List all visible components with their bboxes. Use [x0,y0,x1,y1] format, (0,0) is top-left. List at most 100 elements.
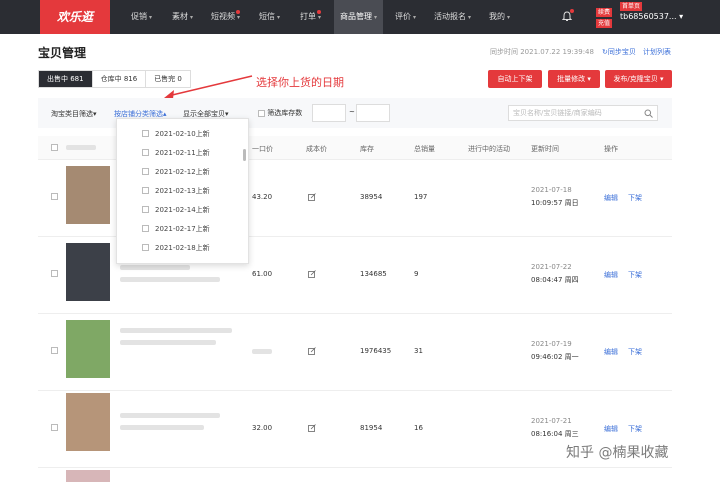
auto-listing-button[interactable]: 自动上下架 [488,70,542,88]
chevron-down-icon: ▾ [190,14,194,21]
notification-dot [236,10,240,14]
edit-icon[interactable] [308,347,316,355]
unlist-link[interactable]: 下架 [628,347,642,357]
stock-filter-toggle[interactable]: 筛选库存数 [258,108,302,118]
tab-in-warehouse[interactable]: 仓库中 816 [92,71,147,87]
dropdown-option[interactable]: 2021-02-13上新 [117,181,242,200]
checkbox[interactable] [142,168,149,175]
col-stock[interactable]: 库存 [360,144,374,154]
stock-max-input[interactable] [356,104,390,122]
checkbox[interactable] [142,206,149,213]
chevron-down-icon: ▾ [237,14,241,21]
first-order-badge[interactable]: 首单页 [620,2,643,11]
nav-item-promotion[interactable]: 促销 ▾ [131,0,152,34]
chevron-down-icon: ▾ [679,12,684,21]
edit-icon[interactable] [308,270,316,278]
checkbox[interactable] [142,187,149,194]
sync-products-link[interactable]: ↻同步宝贝 [602,47,636,57]
dropdown-option[interactable]: 2021-02-14上新 [117,200,242,219]
publish-clone-button[interactable]: 发布/克隆宝贝 ▾ [605,70,672,88]
annotation-text: 选择你上货的日期 [256,76,344,89]
checkbox[interactable] [142,225,149,232]
col-cost: 成本价 [306,145,327,153]
chevron-down-icon: ▾ [225,110,229,118]
nav-item-sms[interactable]: 短信 ▾ [259,0,280,34]
tab-on-sale[interactable]: 出售中 681 [39,71,93,87]
checkbox[interactable] [142,149,149,156]
product-thumbnail[interactable] [66,243,110,301]
edit-icon[interactable] [308,193,316,201]
unlist-link[interactable]: 下架 [628,270,642,280]
price-value: 61.00 [252,270,273,278]
update-time: 10:09:57 周日 [531,199,579,207]
nav-item-short-video[interactable]: 短视频 ▾ [211,0,240,34]
update-date: 2021-07-19 [531,340,572,348]
edit-link[interactable]: 编辑 [604,270,618,280]
edit-link[interactable]: 编辑 [604,347,618,357]
renew-badge[interactable]: 续费 [596,8,613,17]
user-account-menu[interactable]: tb68560537... ▾ [620,12,683,21]
row-checkbox[interactable] [51,270,58,277]
notification-dot [317,10,321,14]
row-checkbox[interactable] [51,424,58,431]
blurred-price [252,349,272,354]
checkbox[interactable] [258,109,265,117]
dropdown-option[interactable]: 2021-02-18上新 [117,238,242,257]
stock-value: 81954 [360,424,383,432]
product-thumbnail[interactable] [66,320,110,378]
nav-item-product-management[interactable]: 商品管理 ▾ [334,0,384,34]
notification-dot [570,9,574,13]
nav-item-mine[interactable]: 我的 ▾ [489,0,510,34]
stock-value: 38954 [360,193,383,201]
sales-value: 9 [414,270,419,278]
blurred-title [120,425,204,430]
dropdown-option[interactable]: 2021-02-17上新 [117,219,242,238]
price-value: 32.00 [252,424,273,432]
dropdown-option[interactable]: 2021-02-11上新 [117,143,242,162]
app-logo[interactable]: 欢乐逛 [40,0,110,34]
nav-item-reviews[interactable]: 评价 ▾ [395,0,416,34]
batch-edit-button[interactable]: 批量修改 ▾ [548,70,600,88]
product-thumbnail[interactable] [66,470,110,482]
blurred-title [120,328,232,333]
edit-link[interactable]: 编辑 [604,193,618,203]
col-sales[interactable]: 总销量 [414,144,435,154]
col-update-time[interactable]: 更新时间 [531,144,559,154]
unlist-link[interactable]: 下架 [628,424,642,434]
blurred-title [120,277,220,282]
checkbox[interactable] [142,244,149,251]
recharge-badge[interactable]: 充值 [596,19,613,28]
chevron-down-icon: ▾ [660,75,664,83]
search-icon[interactable] [644,109,653,118]
stock-value: 1976435 [360,347,392,355]
plan-list-link[interactable]: 计划列表 [643,47,671,57]
update-date: 2021-07-18 [531,186,572,194]
row-checkbox[interactable] [51,347,58,354]
nav-item-print-order[interactable]: 打单 ▾ [300,0,321,34]
top-nav-bar: 欢乐逛 促销 ▾ 素材 ▾ 短视频 ▾ 短信 ▾ 打单 ▾ 商品管理 ▾ 评价 ▾ 活动报名 ▾… [0,0,720,34]
col-price[interactable]: 一口价 [252,144,273,154]
search-box [508,105,658,121]
search-input[interactable] [509,106,634,120]
edit-icon[interactable] [308,424,316,432]
update-time: 08:16:04 周三 [531,430,579,438]
nav-item-event-signup[interactable]: 活动报名 ▾ [434,0,471,34]
stock-min-input[interactable] [312,104,346,122]
dropdown-scrollbar[interactable] [243,149,246,161]
nav-item-material[interactable]: 素材 ▾ [172,0,193,34]
row-checkbox[interactable] [51,193,58,200]
edit-link[interactable]: 编辑 [604,424,618,434]
dropdown-option[interactable]: 2021-02-12上新 [117,162,242,181]
checkbox[interactable] [142,130,149,137]
product-thumbnail[interactable] [66,166,110,224]
update-time: 08:04:47 周四 [531,276,579,284]
unlist-link[interactable]: 下架 [628,193,642,203]
page-title: 宝贝管理 [38,46,87,60]
dropdown-option[interactable]: 2021-02-10上新 [117,124,242,143]
price-value: 43.20 [252,193,273,201]
watermark: 知乎 @楠果收藏 [566,445,669,461]
update-date: 2021-07-21 [531,417,572,425]
product-thumbnail[interactable] [66,393,110,451]
taobao-category-filter[interactable]: 淘宝类目筛选▾ [51,109,97,119]
select-all-checkbox[interactable] [51,144,58,151]
